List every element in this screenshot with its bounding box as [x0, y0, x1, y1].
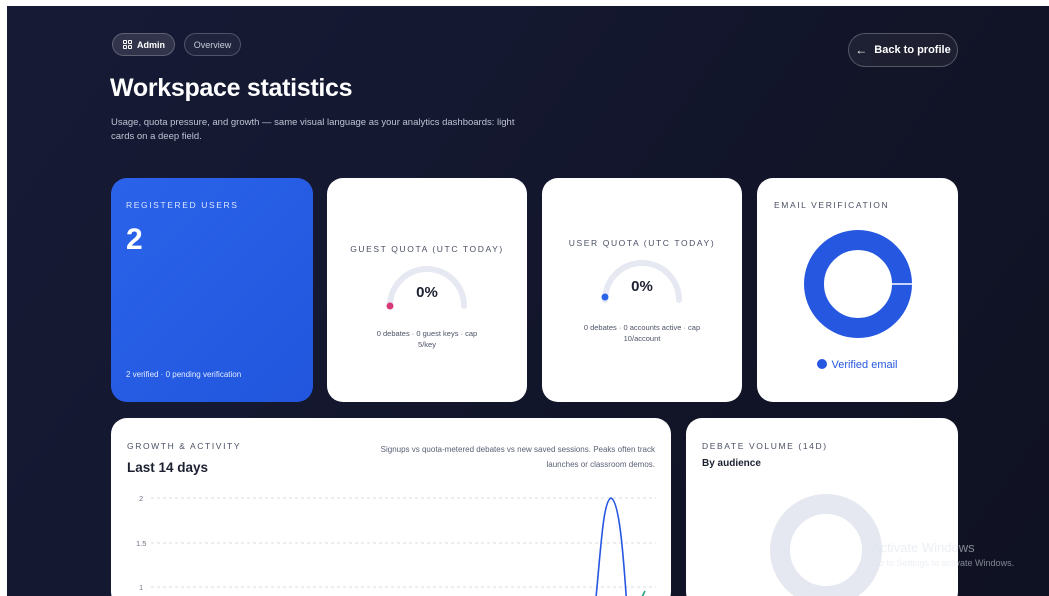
email-verification-label: EMAIL VERIFICATION	[774, 200, 890, 210]
registered-users-footer: 2 verified · 0 pending verification	[126, 370, 242, 379]
arrow-left-icon: ←	[855, 43, 868, 57]
email-verification-donut	[804, 230, 913, 338]
user-quota-label: USER QUOTA (UTC TODAY)	[568, 238, 716, 248]
back-to-profile-button[interactable]: ← Back to profile	[848, 33, 958, 67]
user-quota-note: 0 debates · 0 accounts active · cap 10/a…	[583, 323, 701, 343]
guest-quota-value: 0%	[416, 284, 438, 301]
grid-icon	[123, 40, 132, 49]
user-quota-value: 0%	[631, 278, 653, 295]
watermark-line-1: Activate Windows	[872, 540, 975, 555]
watermark-line-2: Go to Settings to activate Windows.	[872, 558, 1015, 568]
admin-label: Admin	[137, 39, 165, 50]
debate-volume-label: DEBATE VOLUME (14D)	[702, 441, 828, 451]
admin-pill[interactable]: Admin	[112, 33, 175, 56]
growth-activity-card: GROWTH & ACTIVITY Last 14 days Signups v…	[111, 418, 671, 596]
guest-quota-marker	[386, 302, 394, 310]
page-title: Workspace statistics	[110, 74, 353, 102]
guest-quota-note: 0 debates · 0 guest keys · cap 5/key	[376, 329, 478, 349]
guest-quota-label: GUEST QUOTA (UTC TODAY)	[350, 244, 504, 254]
user-quota-card: USER QUOTA (UTC TODAY) 0% 0 debates · 0 …	[542, 178, 742, 402]
back-to-profile-label: Back to profile	[874, 44, 951, 56]
registered-users-card: REGISTERED USERS 2 2 verified · 0 pendin…	[111, 178, 313, 402]
debate-volume-donut	[770, 494, 882, 596]
debate-volume-card: DEBATE VOLUME (14D) By audience	[686, 418, 958, 596]
windows-activation-watermark: Activate Windows Go to Settings to activ…	[872, 540, 1014, 568]
verified-slice	[804, 230, 912, 338]
email-verification-legend: Verified email	[757, 359, 958, 371]
page-subtitle: Usage, quota pressure, and growth — same…	[111, 117, 515, 142]
sessions-series-line	[641, 590, 646, 596]
email-verification-card: EMAIL VERIFICATION Verified email	[757, 178, 958, 402]
window-frame-left	[0, 0, 7, 596]
guest-quota-card: GUEST QUOTA (UTC TODAY) 0% 0 debates · 0…	[327, 178, 527, 402]
window-frame-top	[0, 0, 1049, 6]
signups-series-line	[595, 497, 627, 596]
registered-users-label: REGISTERED USERS	[126, 200, 239, 210]
growth-line-chart	[151, 497, 656, 596]
legend-dot-icon	[817, 359, 828, 369]
overview-pill[interactable]: Overview	[184, 33, 241, 56]
legend-verified-label: Verified email	[831, 359, 898, 371]
debate-volume-subtitle: By audience	[702, 458, 761, 469]
registered-users-count: 2	[126, 223, 143, 256]
debate-volume-ring	[770, 494, 882, 596]
